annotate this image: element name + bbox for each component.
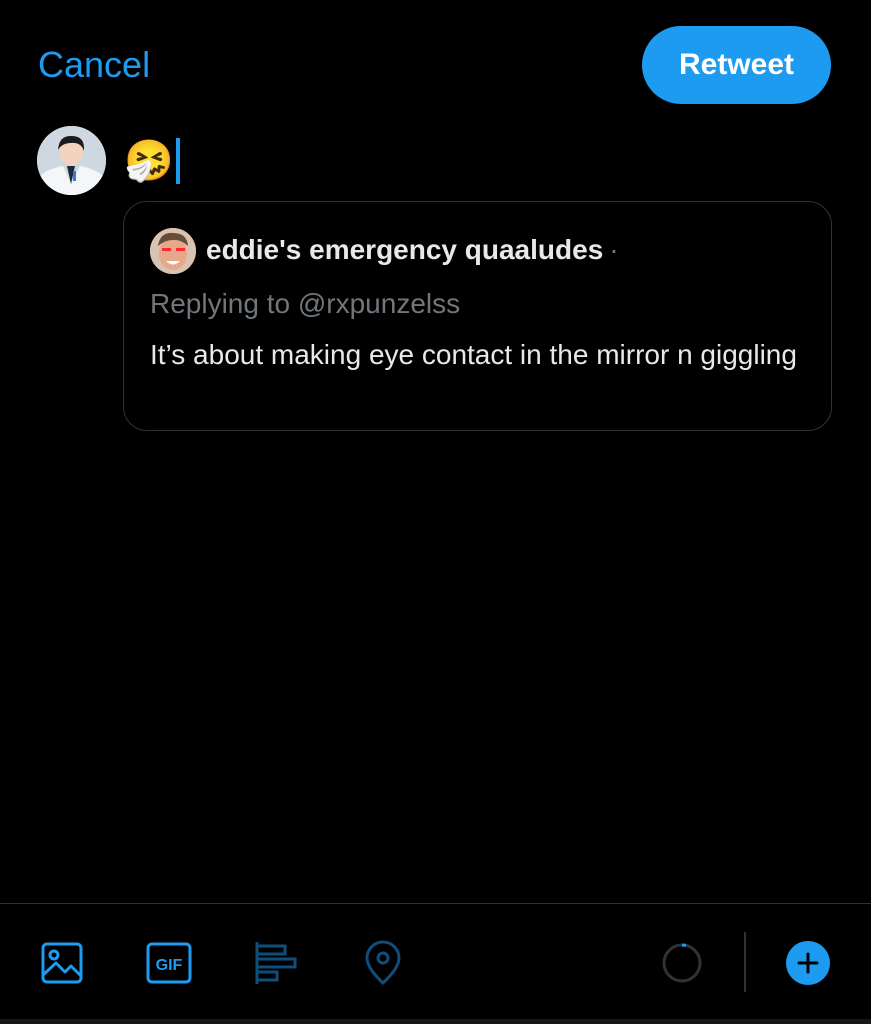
sneezing-face-emoji: 🤧 [124, 138, 174, 184]
compose-header: Cancel Retweet [0, 0, 871, 120]
progress-ring-icon [662, 943, 702, 983]
plus-icon [786, 941, 830, 985]
compose-toolbar: GIF [0, 903, 871, 1024]
gif-icon-label: GIF [156, 957, 183, 974]
replying-to-label: Replying to @rxpunzelss [150, 288, 461, 319]
retweet-button[interactable]: Retweet [642, 26, 831, 104]
quoted-tweet-card[interactable]: eddie's emergency quaaludes · Replying to… [123, 201, 832, 431]
gif-button[interactable]: GIF [146, 940, 192, 986]
character-count-ring [659, 940, 705, 986]
poll-icon [255, 942, 297, 984]
bottom-edge [0, 1019, 871, 1024]
quoted-author-avatar [150, 228, 196, 274]
quoted-avatar-image [150, 228, 196, 274]
avatar-image [37, 126, 106, 195]
composer-avatar [37, 126, 106, 195]
image-button[interactable] [39, 940, 85, 986]
quoted-tweet-text: It’s about making eye contact in the mir… [150, 339, 797, 370]
text-cursor [175, 138, 180, 184]
cancel-button[interactable]: Cancel [38, 44, 150, 86]
location-button[interactable] [360, 940, 406, 986]
tweet-text-input[interactable]: 🤧 [124, 136, 180, 186]
name-separator: · [609, 234, 619, 265]
add-tweet-button[interactable] [785, 940, 831, 986]
location-icon [365, 940, 401, 985]
quoted-author-name: eddie's emergency quaaludes · [206, 234, 619, 266]
toolbar-divider [744, 932, 746, 992]
quoted-author-name-text: eddie's emergency quaaludes [206, 234, 604, 265]
poll-button[interactable] [253, 940, 299, 986]
gif-icon: GIF [146, 942, 192, 984]
image-icon [41, 942, 83, 984]
